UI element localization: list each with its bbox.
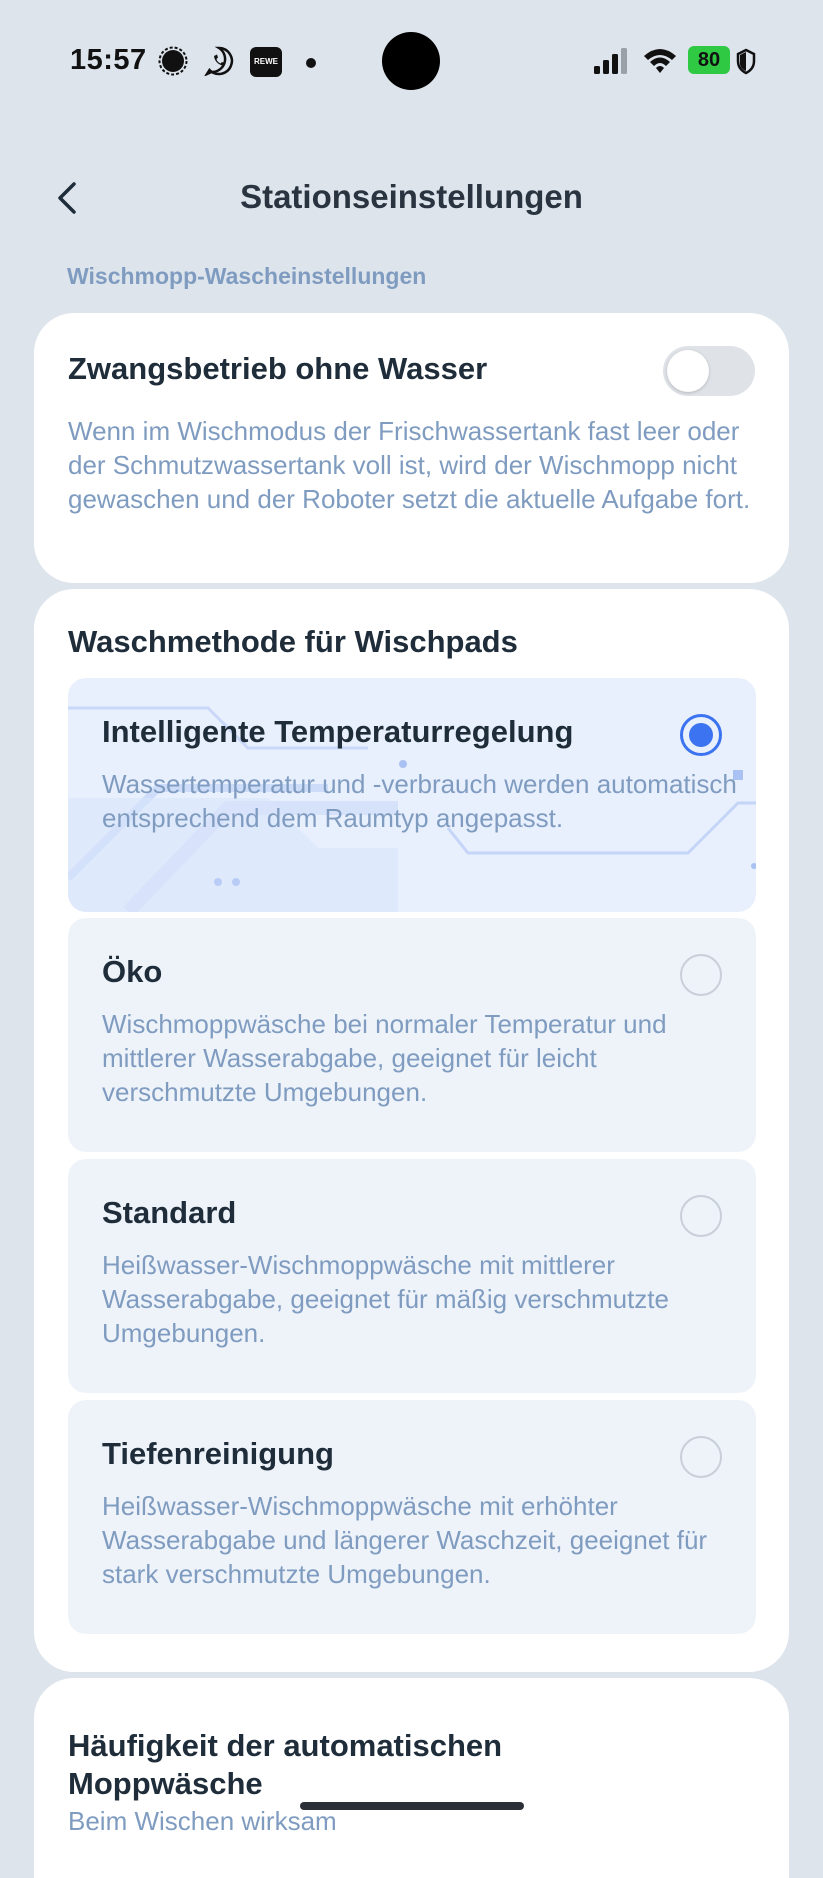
radio-unselected-icon[interactable]	[680, 954, 722, 996]
option-title: Tiefenreinigung	[102, 1436, 334, 1471]
option-title: Intelligente Temperaturregelung	[102, 714, 574, 749]
force-mode-title: Zwangsbetrieb ohne Wasser	[68, 351, 488, 386]
wash-method-card: Waschmethode für Wischpads Intelligente …	[34, 589, 789, 1672]
option-title: Öko	[102, 954, 163, 989]
wash-option-standard[interactable]: Standard Heißwasser-Wischmoppwäsche mit …	[68, 1159, 756, 1393]
option-description: Heißwasser-Wischmoppwäsche mit erhöhter …	[102, 1491, 708, 1589]
wash-option-intelligent[interactable]: Intelligente Temperaturregelung Wasserte…	[68, 678, 756, 912]
cellular-signal-icon	[594, 48, 627, 74]
signal-app-icon	[158, 46, 188, 76]
wifi-icon	[644, 49, 676, 73]
dot-icon	[306, 58, 316, 68]
wash-method-title: Waschmethode für Wischpads	[68, 624, 518, 659]
radio-selected-icon[interactable]	[680, 714, 722, 756]
shield-icon	[736, 48, 756, 75]
page-title: Stationseinstellungen	[240, 178, 583, 215]
option-title: Standard	[102, 1195, 237, 1230]
front-camera	[382, 32, 440, 90]
auto-wash-title: Häufigkeit der automatischen Moppwäsche	[68, 1728, 503, 1801]
rewe-icon: REWE	[250, 47, 282, 77]
whatsapp-icon	[204, 46, 234, 76]
force-mode-description: Wenn im Wischmodus der Frischwassertank …	[68, 416, 751, 514]
option-description: Wassertemperatur und -verbrauch werden a…	[102, 769, 737, 833]
wash-option-oeko[interactable]: Öko Wischmoppwäsche bei normaler Tempera…	[68, 918, 756, 1152]
status-time: 15:57	[70, 44, 147, 76]
option-description: Wischmoppwäsche bei normaler Temperatur …	[102, 1009, 667, 1107]
section-label: Wischmopp-Wascheinstellungen	[67, 263, 427, 289]
home-indicator[interactable]	[300, 1802, 524, 1810]
radio-unselected-icon[interactable]	[680, 1436, 722, 1478]
force-mode-toggle[interactable]	[663, 346, 755, 396]
status-bar: 15:57 REWE 80	[0, 0, 823, 124]
battery-icon: 80	[688, 46, 730, 74]
toggle-knob	[667, 350, 709, 392]
auto-wash-card[interactable]: Häufigkeit der automatischen Moppwäsche …	[34, 1678, 789, 1878]
force-mode-card: Zwangsbetrieb ohne Wasser Wenn im Wischm…	[34, 313, 789, 583]
radio-unselected-icon[interactable]	[680, 1195, 722, 1237]
option-description: Heißwasser-Wischmoppwäsche mit mittlerer…	[102, 1250, 669, 1348]
wash-option-tiefenreinigung[interactable]: Tiefenreinigung Heißwasser-Wischmoppwäsc…	[68, 1400, 756, 1634]
